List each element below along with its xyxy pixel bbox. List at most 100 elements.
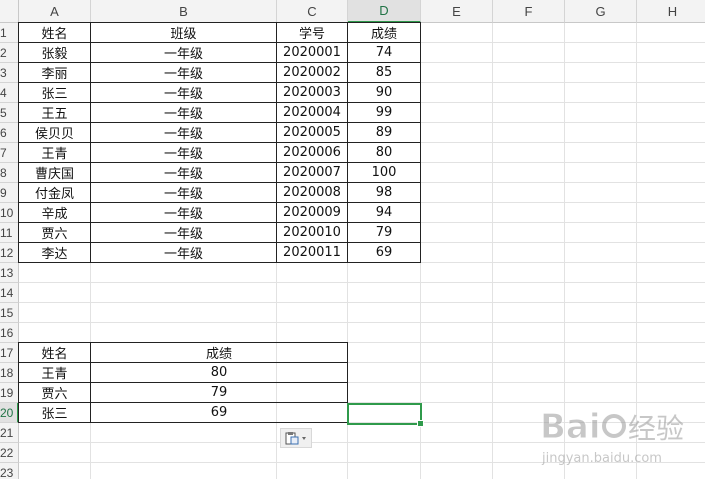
spreadsheet-grid[interactable]: ABCDEFGH 1 2 3 4 5 6 7 8 9 10 11 12 13 14 15 16 17 18 19 20… xyxy=(0,0,705,479)
row-header-15[interactable]: 15 xyxy=(0,303,19,323)
table1-header-cell[interactable]: 成绩 xyxy=(347,22,421,43)
gridline-horizontal xyxy=(19,322,705,323)
table1-cell[interactable]: 一年级 xyxy=(90,102,277,123)
table2-cell[interactable]: 80 xyxy=(90,362,348,383)
table1-cell[interactable]: 一年级 xyxy=(90,122,277,143)
column-header-e[interactable]: E xyxy=(421,0,493,23)
row-header-6[interactable]: 6 xyxy=(0,123,19,143)
row-header-11[interactable]: 11 xyxy=(0,223,19,243)
row-header-10[interactable]: 10 xyxy=(0,203,19,223)
svg-text:jingyan.baidu.com: jingyan.baidu.com xyxy=(541,451,662,466)
column-header-f[interactable]: F xyxy=(493,0,565,23)
table1-cell[interactable]: 89 xyxy=(347,122,421,143)
table1-cell[interactable]: 辛成 xyxy=(18,202,91,223)
table1-cell[interactable]: 侯贝贝 xyxy=(18,122,91,143)
row-header-4[interactable]: 4 xyxy=(0,83,19,103)
table2-header-cell[interactable]: 姓名 xyxy=(18,342,91,363)
row-header-16[interactable]: 16 xyxy=(0,323,19,343)
select-all-corner[interactable] xyxy=(0,0,19,23)
table1-header-cell[interactable]: 姓名 xyxy=(18,22,91,43)
table1-cell[interactable]: 2020009 xyxy=(276,202,348,223)
fill-handle[interactable] xyxy=(417,420,424,427)
table1-cell[interactable]: 2020010 xyxy=(276,222,348,243)
row-header-21[interactable]: 21 xyxy=(0,423,19,443)
table1-cell[interactable]: 99 xyxy=(347,102,421,123)
baidu-jingyan-watermark: Bai 经验 jingyan.baidu.com xyxy=(540,400,705,470)
table1-cell[interactable]: 2020001 xyxy=(276,42,348,63)
row-header-18[interactable]: 18 xyxy=(0,363,19,383)
table2-cell[interactable]: 贾六 xyxy=(18,382,91,403)
row-header-3[interactable]: 3 xyxy=(0,63,19,83)
svg-text:经验: 经验 xyxy=(628,412,684,445)
table1-cell[interactable]: 90 xyxy=(347,82,421,103)
table1-cell[interactable]: 贾六 xyxy=(18,222,91,243)
row-header-22[interactable]: 22 xyxy=(0,443,19,463)
table1-cell[interactable]: 一年级 xyxy=(90,82,277,103)
table2-cell[interactable]: 79 xyxy=(90,382,348,403)
table1-cell[interactable]: 张三 xyxy=(18,82,91,103)
row-header-7[interactable]: 7 xyxy=(0,143,19,163)
table1-cell[interactable]: 2020005 xyxy=(276,122,348,143)
table1-cell[interactable]: 李达 xyxy=(18,242,91,263)
row-header-2[interactable]: 2 xyxy=(0,43,19,63)
table1-cell[interactable]: 98 xyxy=(347,182,421,203)
row-header-14[interactable]: 14 xyxy=(0,283,19,303)
table1-cell[interactable]: 100 xyxy=(347,162,421,183)
paste-options-button[interactable] xyxy=(280,428,312,448)
table2-cell[interactable]: 69 xyxy=(90,402,348,423)
row-header-9[interactable]: 9 xyxy=(0,183,19,203)
row-header-1[interactable]: 1 xyxy=(0,23,19,43)
table1-cell[interactable]: 2020003 xyxy=(276,82,348,103)
table1-cell[interactable]: 2020004 xyxy=(276,102,348,123)
column-header-c[interactable]: C xyxy=(277,0,348,23)
column-header-a[interactable]: A xyxy=(19,0,91,23)
table1-cell[interactable]: 一年级 xyxy=(90,222,277,243)
table1-cell[interactable]: 一年级 xyxy=(90,182,277,203)
column-header-d[interactable]: D xyxy=(348,0,421,23)
table1-cell[interactable]: 2020008 xyxy=(276,182,348,203)
table1-cell[interactable]: 一年级 xyxy=(90,162,277,183)
table1-header-cell[interactable]: 学号 xyxy=(276,22,348,43)
row-header-8[interactable]: 8 xyxy=(0,163,19,183)
table1-cell[interactable]: 曹庆国 xyxy=(18,162,91,183)
row-header-23[interactable]: 23 xyxy=(0,463,19,479)
table1-cell[interactable]: 2020006 xyxy=(276,142,348,163)
table1-cell[interactable]: 80 xyxy=(347,142,421,163)
table1-cell[interactable]: 2020007 xyxy=(276,162,348,183)
row-header-12[interactable]: 12 xyxy=(0,243,19,263)
row-header-17[interactable]: 17 xyxy=(0,343,19,363)
table1-cell[interactable]: 一年级 xyxy=(90,242,277,263)
table1-cell[interactable]: 94 xyxy=(347,202,421,223)
gridline-horizontal xyxy=(19,302,705,303)
table1-cell[interactable]: 王青 xyxy=(18,142,91,163)
table2-cell[interactable]: 王青 xyxy=(18,362,91,383)
table1-header-cell[interactable]: 班级 xyxy=(90,22,277,43)
row-header-19[interactable]: 19 xyxy=(0,383,19,403)
table1-cell[interactable]: 一年级 xyxy=(90,142,277,163)
paste-options-icon xyxy=(285,432,306,445)
table1-cell[interactable]: 74 xyxy=(347,42,421,63)
gridline-horizontal xyxy=(19,282,705,283)
table1-cell[interactable]: 王五 xyxy=(18,102,91,123)
table1-cell[interactable]: 69 xyxy=(347,242,421,263)
row-header-13[interactable]: 13 xyxy=(0,263,19,283)
table1-cell[interactable]: 李丽 xyxy=(18,62,91,83)
table1-cell[interactable]: 一年级 xyxy=(90,42,277,63)
gridline-vertical xyxy=(492,23,493,479)
column-header-g[interactable]: G xyxy=(565,0,637,23)
table1-cell[interactable]: 79 xyxy=(347,222,421,243)
table2-header-cell[interactable]: 成绩 xyxy=(90,342,348,363)
row-header-20[interactable]: 20 xyxy=(0,403,19,423)
table1-cell[interactable]: 张毅 xyxy=(18,42,91,63)
table1-cell[interactable]: 2020002 xyxy=(276,62,348,83)
table1-cell[interactable]: 一年级 xyxy=(90,202,277,223)
table1-cell[interactable]: 付金凤 xyxy=(18,182,91,203)
active-cell-selection[interactable] xyxy=(347,403,424,427)
table1-cell[interactable]: 2020011 xyxy=(276,242,348,263)
table1-cell[interactable]: 一年级 xyxy=(90,62,277,83)
table2-cell[interactable]: 张三 xyxy=(18,402,91,423)
row-header-5[interactable]: 5 xyxy=(0,103,19,123)
column-header-b[interactable]: B xyxy=(91,0,277,23)
table1-cell[interactable]: 85 xyxy=(347,62,421,83)
column-header-h[interactable]: H xyxy=(637,0,705,23)
